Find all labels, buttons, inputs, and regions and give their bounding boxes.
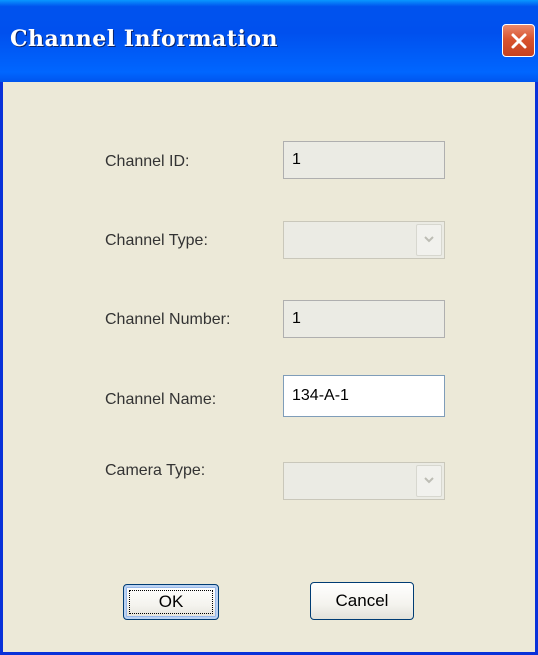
channel-type-dropdown-arrow[interactable] (416, 224, 442, 256)
channel-name-value: 134-A-1 (292, 387, 349, 404)
channel-information-dialog: Channel Information Channel ID: 1 Channe… (0, 0, 538, 655)
ok-button[interactable]: OK (123, 584, 219, 620)
cancel-button[interactable]: Cancel (310, 582, 414, 620)
chevron-down-icon (423, 231, 435, 249)
title-bar[interactable]: Channel Information (0, 0, 538, 82)
channel-id-label: Channel ID: (105, 153, 190, 170)
channel-type-dropdown[interactable] (283, 221, 445, 259)
chevron-down-icon (423, 472, 435, 490)
channel-name-label: Channel Name: (105, 391, 217, 408)
ok-button-label: OK (158, 592, 184, 611)
camera-type-label: Camera Type: (105, 462, 206, 479)
camera-type-dropdown[interactable] (283, 462, 445, 500)
cancel-button-label: Cancel (335, 591, 389, 610)
close-button[interactable] (502, 24, 535, 57)
close-icon (510, 32, 528, 50)
channel-id-field: 1 (283, 141, 445, 179)
channel-number-field: 1 (283, 300, 445, 338)
channel-number-label: Channel Number: (105, 311, 231, 328)
channel-number-value: 1 (292, 310, 301, 327)
channel-id-value: 1 (292, 151, 301, 168)
camera-type-dropdown-arrow[interactable] (416, 465, 442, 497)
channel-name-input[interactable]: 134-A-1 (283, 375, 445, 417)
window-title: Channel Information (10, 26, 278, 52)
channel-type-label: Channel Type: (105, 232, 208, 249)
